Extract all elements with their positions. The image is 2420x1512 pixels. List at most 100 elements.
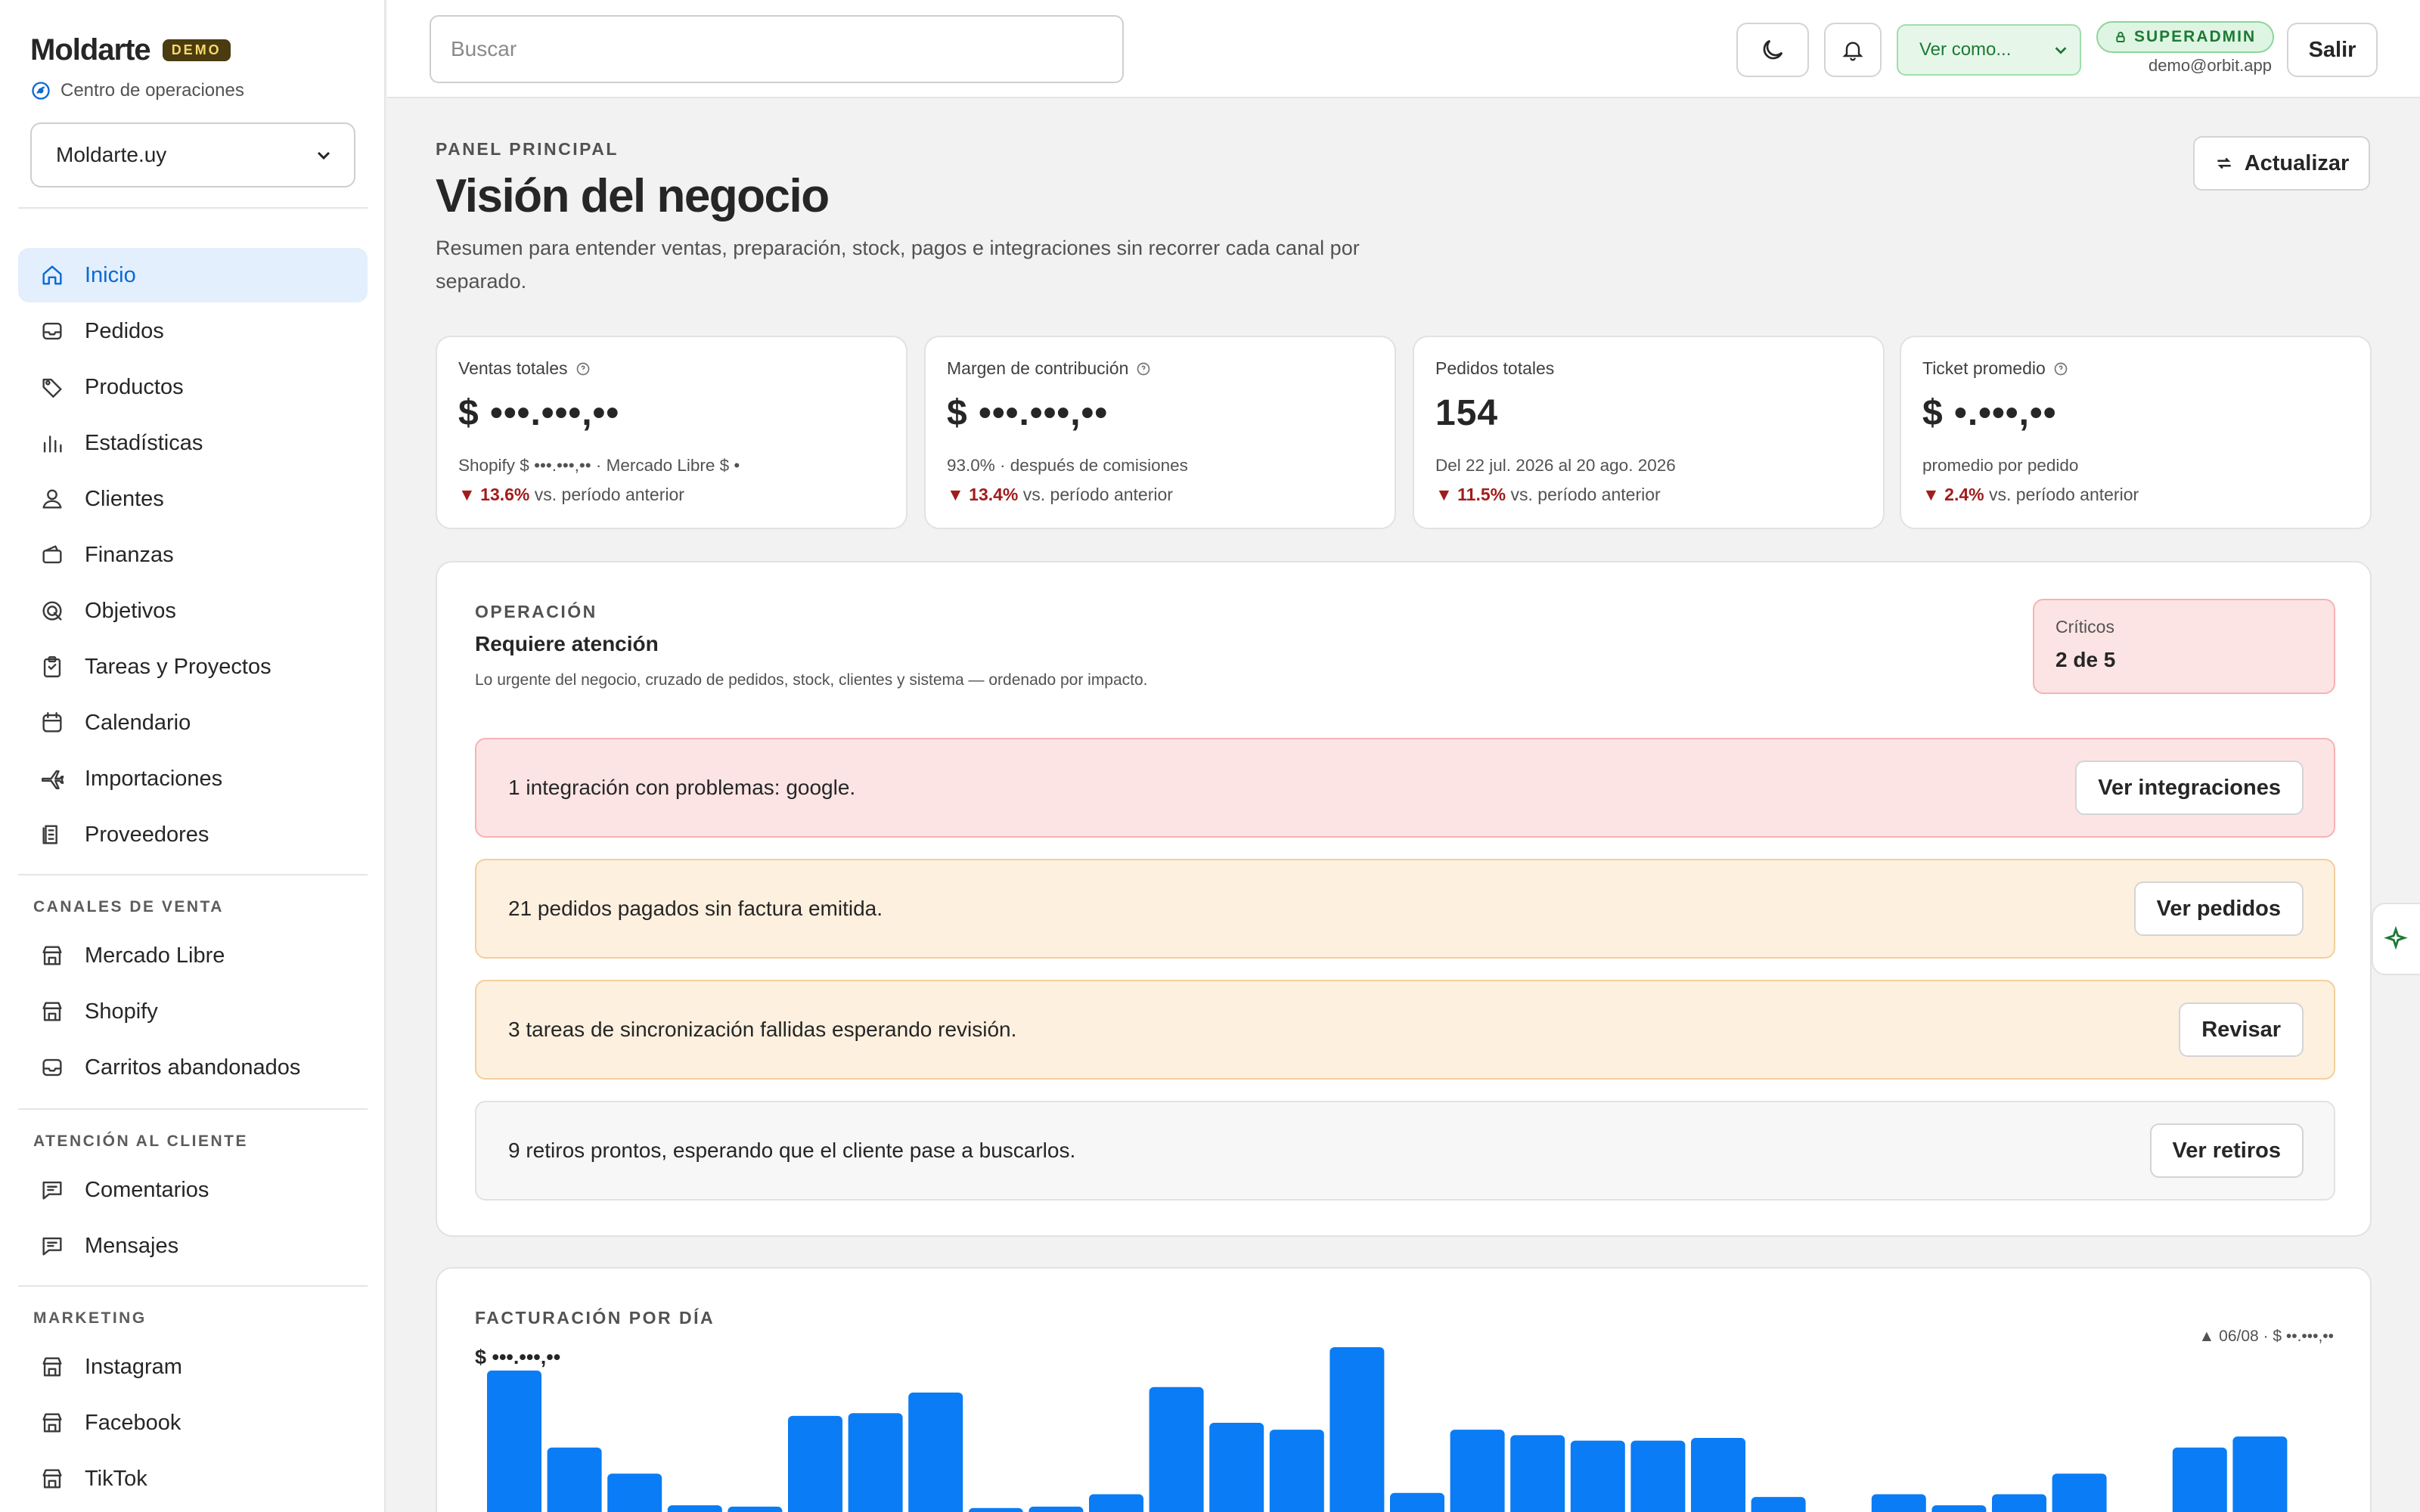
section-title-support: ATENCIÓN AL CLIENTE xyxy=(33,1132,248,1150)
sidebar-item-label: Instagram xyxy=(85,1354,182,1379)
chart-bar[interactable] xyxy=(1149,1387,1204,1512)
chart-bar[interactable] xyxy=(547,1447,602,1512)
search-input[interactable] xyxy=(430,15,1124,83)
chart-bar[interactable] xyxy=(1390,1492,1444,1512)
chart-bar[interactable] xyxy=(487,1370,541,1512)
sidebar-item-shopify[interactable]: Shopify xyxy=(18,984,368,1039)
chart-bar[interactable] xyxy=(2232,1436,2288,1512)
supplier-icon xyxy=(42,825,57,844)
calendar-icon xyxy=(42,712,62,733)
sidebar-item-productos[interactable]: Productos xyxy=(18,360,368,414)
page-eyebrow: PANEL PRINCIPAL xyxy=(436,139,619,159)
sidebar-divider xyxy=(18,1285,368,1287)
kpi-card: Margen de contribución $ •••.•••,•• 93.0% … xyxy=(924,336,1396,529)
sidebar-item-pedidos[interactable]: Pedidos xyxy=(18,304,368,358)
home-icon xyxy=(42,265,62,285)
top-header: Ver como... SUPERADMIN demo@orbit.app Sa… xyxy=(387,0,2420,98)
bell-icon xyxy=(1842,42,1863,61)
sidebar-item-label: Tareas y Proyectos xyxy=(85,654,271,679)
store-select[interactable]: Moldarte.uy xyxy=(30,122,355,187)
alert-action-button[interactable]: Ver pedidos xyxy=(2133,881,2304,936)
chart-bar[interactable] xyxy=(1992,1494,2046,1512)
chart-bar[interactable] xyxy=(1751,1497,1806,1512)
sidebar-item-carritos-abandonados[interactable]: Carritos abandonados xyxy=(18,1040,368,1095)
inbox-icon xyxy=(42,322,62,340)
operation-panel: OPERACIÓN Requiere atención Lo urgente d… xyxy=(436,561,2372,1237)
chart-bar[interactable] xyxy=(1028,1506,1084,1512)
user-icon xyxy=(42,489,62,509)
chart-bar[interactable] xyxy=(1871,1494,1926,1512)
refresh-label: Actualizar xyxy=(2244,150,2350,175)
chart-bar[interactable] xyxy=(728,1506,783,1512)
alert-row: 9 retiros prontos, esperando que el clie… xyxy=(475,1101,2335,1201)
sidebar-item-facebook[interactable]: Facebook xyxy=(18,1396,368,1450)
inbox-icon xyxy=(42,1058,62,1077)
logout-button[interactable]: Salir xyxy=(2287,23,2378,77)
brand-name: Moldarte xyxy=(30,33,151,67)
view-as-select[interactable]: Ver como... xyxy=(1897,24,2081,76)
kpi-delta-value: 13.4% xyxy=(969,485,1019,504)
chart-bar[interactable] xyxy=(1209,1423,1264,1512)
chart-bar[interactable] xyxy=(1269,1430,1324,1512)
sidebar-item-label: Shopify xyxy=(85,999,158,1024)
chart-bar[interactable] xyxy=(1691,1438,1745,1512)
alert-text: 1 integración con problemas: google. xyxy=(508,776,856,799)
chart-bar[interactable] xyxy=(1931,1505,1987,1512)
chart-bar[interactable] xyxy=(908,1393,963,1512)
chart-bar[interactable] xyxy=(1510,1435,1565,1512)
sidebar-item-estadisticas[interactable]: Estadísticas xyxy=(18,416,368,470)
sidebar-item-finanzas[interactable]: Finanzas xyxy=(18,528,368,582)
sidebar-item-calendario[interactable]: Calendario xyxy=(18,696,368,750)
chart-bar[interactable] xyxy=(1570,1440,1625,1512)
kpi-subtext: Shopify $ •••.•••,•• · Mercado Libre $ • xyxy=(458,456,740,475)
chart-bar[interactable] xyxy=(607,1473,662,1512)
theme-toggle-button[interactable] xyxy=(1736,23,1809,77)
alert-action-button[interactable]: Ver integraciones xyxy=(2075,761,2304,815)
critical-value: 2 de 5 xyxy=(2055,648,2116,671)
sidebar-item-tiktok[interactable]: TikTok xyxy=(18,1452,368,1506)
sidebar-item-tareas-y-proyectos[interactable]: Tareas y Proyectos xyxy=(18,640,368,694)
sidebar-item-label: Pedidos xyxy=(85,318,164,343)
store-icon xyxy=(42,1413,62,1433)
chart-bar[interactable] xyxy=(2172,1447,2227,1512)
kpi-subtext: Del 22 jul. 2026 al 20 ago. 2026 xyxy=(1435,456,1676,475)
sidebar-item-clientes[interactable]: Clientes xyxy=(18,472,368,526)
chart-bar[interactable] xyxy=(1089,1494,1143,1512)
kpi-delta: ▼ 13.6% vs. período anterior xyxy=(458,485,885,505)
sidebar-item-mensajes[interactable]: Mensajes xyxy=(18,1219,368,1273)
demo-badge: DEMO xyxy=(162,39,231,61)
assistant-button[interactable] xyxy=(2372,903,2420,975)
chart-bar[interactable] xyxy=(1450,1430,1505,1512)
sidebar-item-objetivos[interactable]: Objetivos xyxy=(18,584,368,638)
sidebar-item-comentarios[interactable]: Comentarios xyxy=(18,1163,368,1217)
store-icon xyxy=(42,1357,62,1377)
alert-action-button[interactable]: Revisar xyxy=(2179,1002,2304,1057)
chart-bar[interactable] xyxy=(1329,1347,1385,1512)
chart-bar[interactable] xyxy=(2052,1473,2107,1512)
notifications-button[interactable] xyxy=(1824,23,1882,77)
kpi-delta-arrow-icon: ▼ xyxy=(458,485,481,504)
alert-action-button[interactable]: Ver retiros xyxy=(2149,1123,2304,1178)
sidebar-item-mercado-libre[interactable]: Mercado Libre xyxy=(18,928,368,983)
revenue-chart-panel: FACTURACIÓN POR DÍA $ •••.•••,•• ▲ 06/08… xyxy=(436,1267,2372,1512)
chart-bar[interactable] xyxy=(788,1415,842,1512)
sidebar-item-importaciones[interactable]: Importaciones xyxy=(18,751,368,806)
info-icon xyxy=(576,362,589,375)
section-title-marketing: MARKETING xyxy=(33,1309,147,1327)
sidebar-item-instagram[interactable]: Instagram xyxy=(18,1340,368,1394)
refresh-button[interactable]: Actualizar xyxy=(2193,136,2370,191)
sidebar-item-inicio[interactable]: Inicio xyxy=(18,248,368,302)
chart-bar[interactable] xyxy=(667,1505,722,1512)
chevron-down-icon xyxy=(317,151,330,160)
kpi-delta-value: 13.6% xyxy=(480,485,530,504)
kpi-label-text: Pedidos totales xyxy=(1435,358,1555,378)
chart-bar[interactable] xyxy=(968,1507,1023,1512)
chart-bar[interactable] xyxy=(1630,1440,1686,1512)
info-icon xyxy=(1137,362,1150,375)
brand: Moldarte DEMO xyxy=(30,33,231,67)
alert-text: 21 pedidos pagados sin factura emitida. xyxy=(508,897,883,920)
chart-bar[interactable] xyxy=(848,1413,903,1512)
sidebar-item-label: Carritos abandonados xyxy=(85,1055,301,1080)
sidebar-item-proveedores[interactable]: Proveedores xyxy=(18,807,368,862)
lock-icon xyxy=(2116,32,2125,42)
